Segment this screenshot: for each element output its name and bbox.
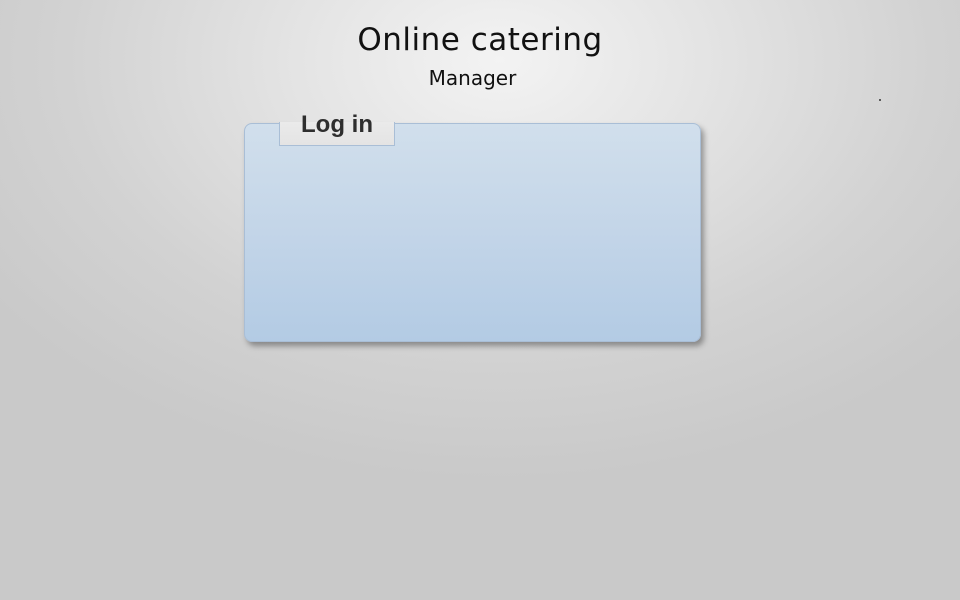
login-panel (244, 123, 701, 342)
app-subtitle: Manager (428, 66, 517, 90)
login-tab-label: Log in (301, 111, 373, 138)
decorative-dot (879, 99, 881, 101)
app-title: Online catering (357, 22, 603, 58)
